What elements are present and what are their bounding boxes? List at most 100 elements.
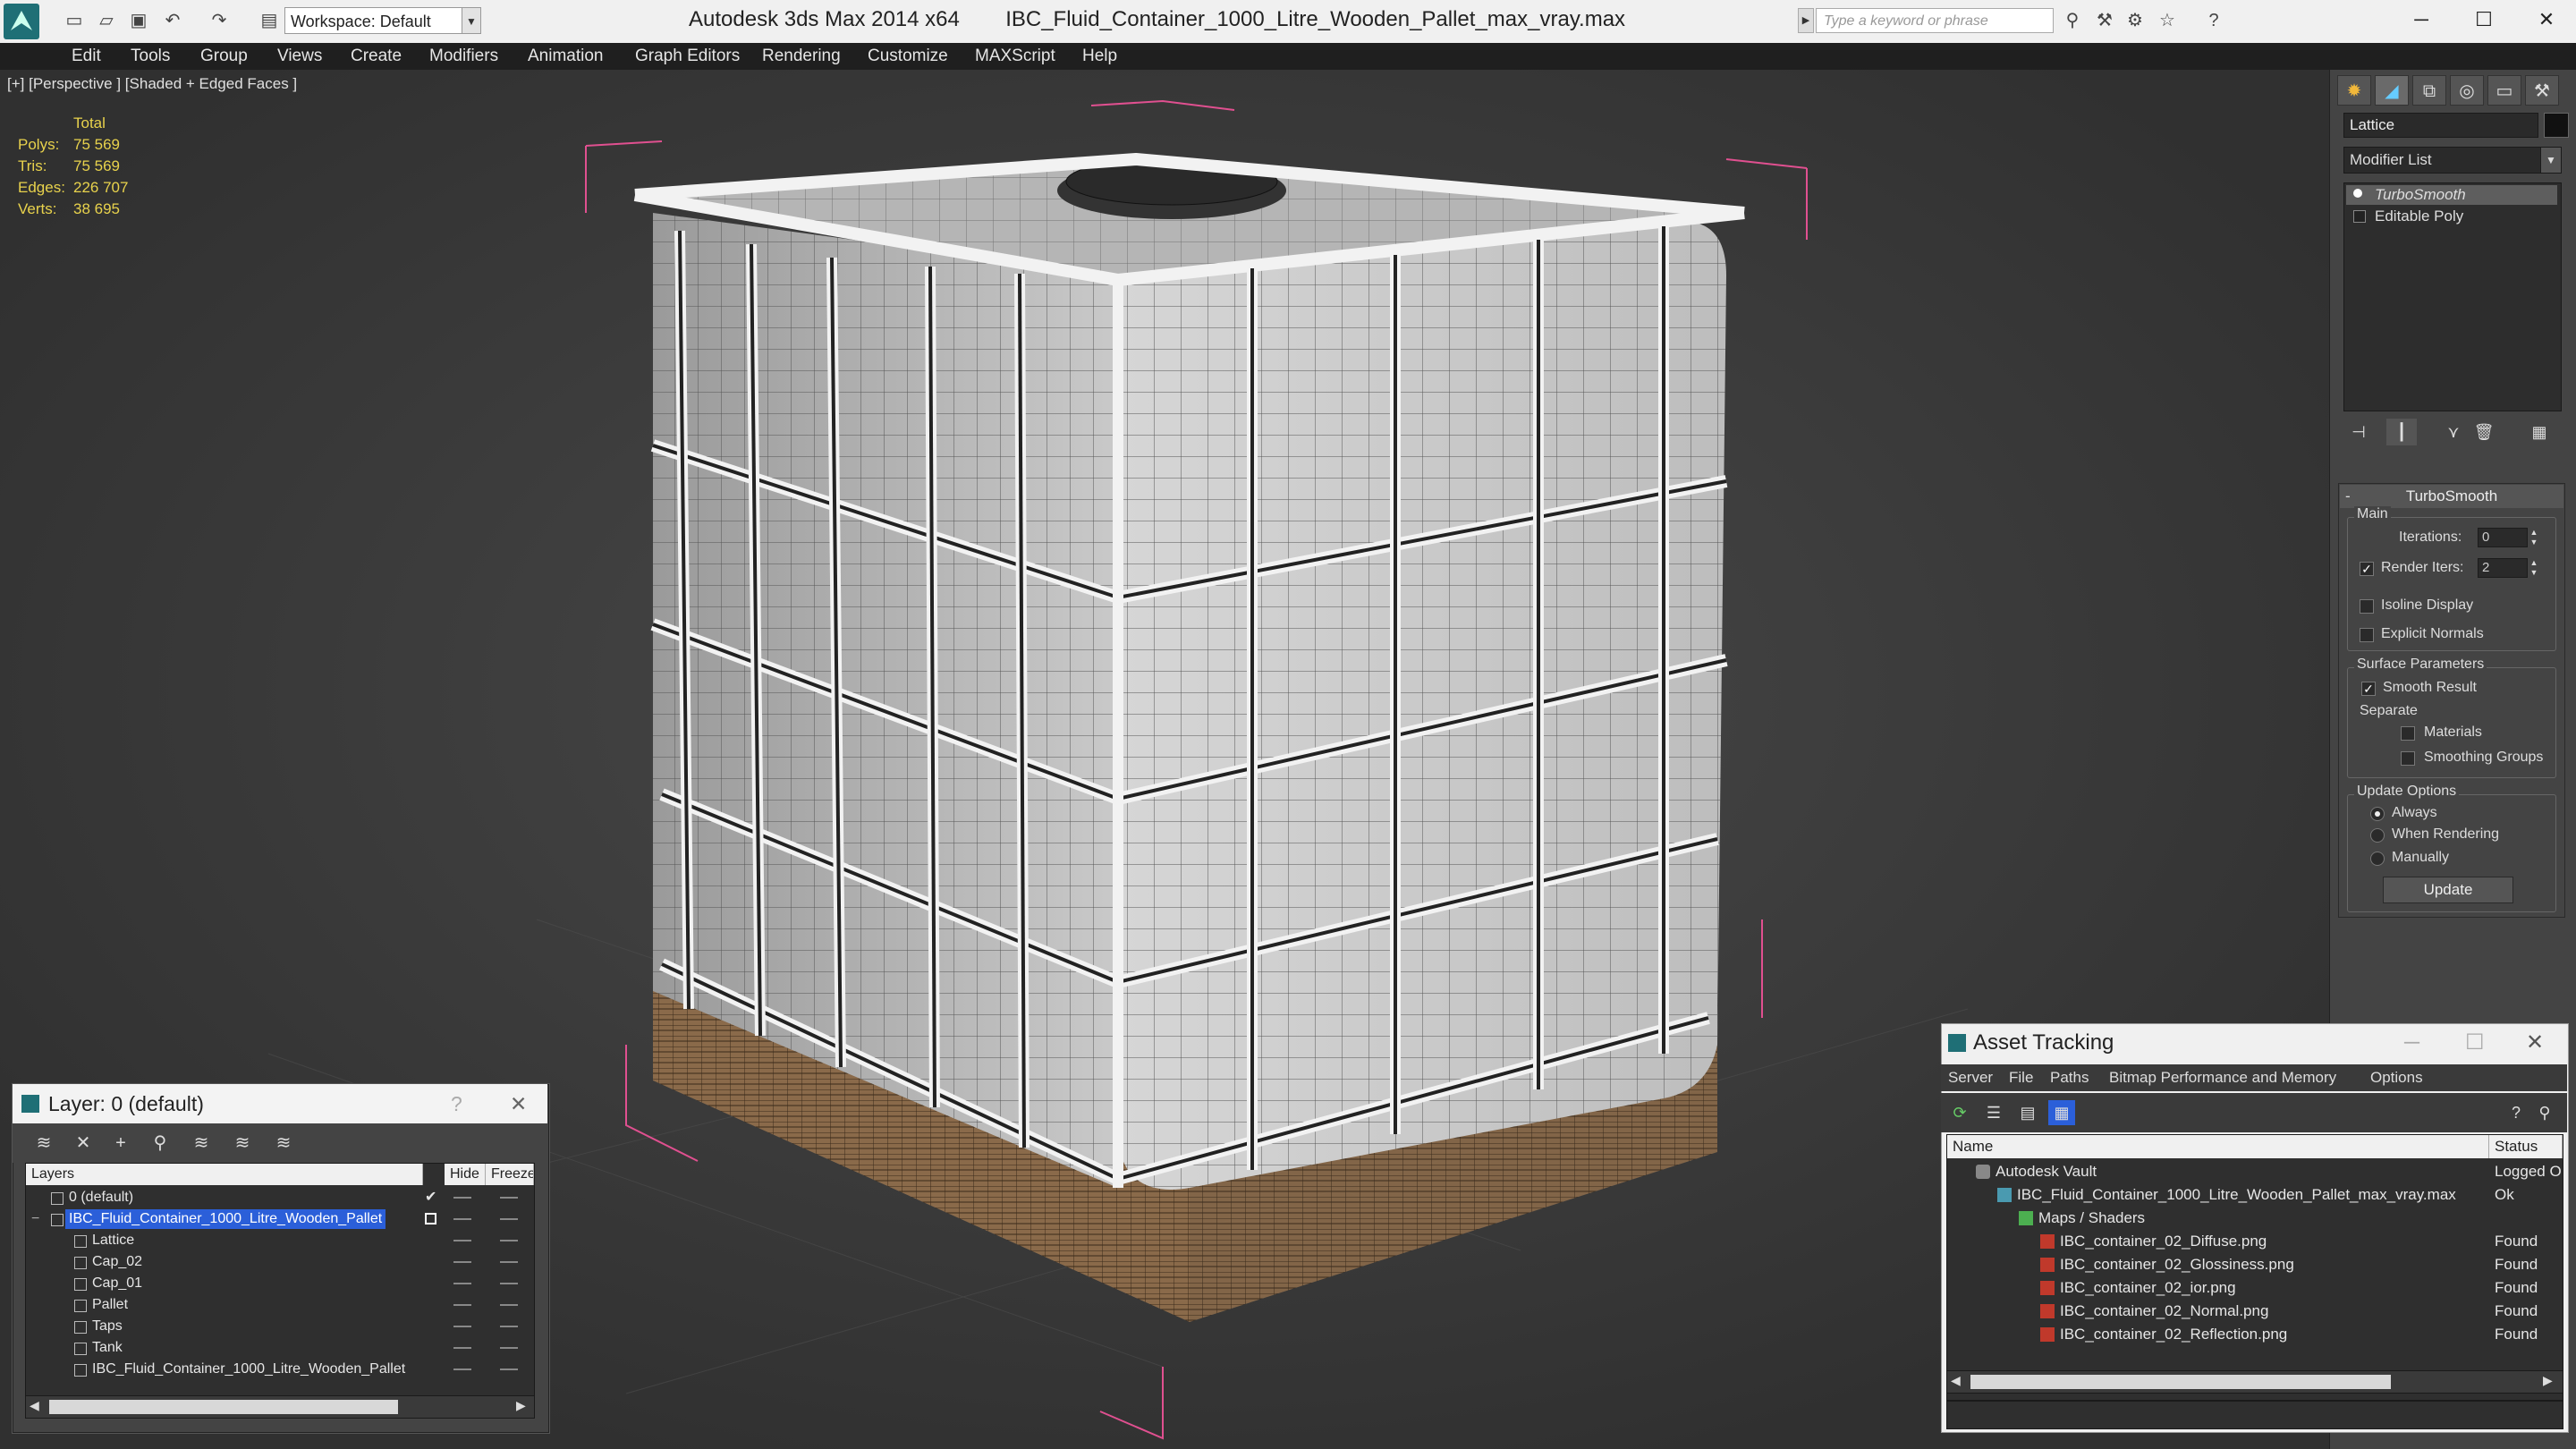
maximize-button[interactable]: ☐ (2453, 0, 2515, 39)
menu-rendering[interactable]: Rendering (762, 43, 841, 70)
freeze-toggle[interactable] (500, 1218, 518, 1220)
hide-toggle[interactable] (453, 1304, 471, 1306)
scroll-left-icon[interactable]: ◀ (30, 1398, 39, 1413)
render-iters-spinner[interactable]: 2 (2478, 558, 2528, 578)
menu-graph-editors[interactable]: Graph Editors (635, 43, 740, 70)
hide-all-layers-icon[interactable]: ≋ (229, 1131, 256, 1156)
show-end-result-icon[interactable]: ┃ (2386, 419, 2417, 445)
create-tab-sun-icon[interactable]: ✹ (2337, 75, 2371, 106)
save-icon[interactable]: ▣ (127, 9, 150, 32)
rollout-header[interactable]: TurboSmooth (2340, 485, 2563, 508)
add-to-layer-icon[interactable]: + (107, 1131, 134, 1156)
favorites-star-icon[interactable]: ☆ (2156, 9, 2179, 32)
column-layers[interactable]: Layers (26, 1164, 423, 1185)
asset-row[interactable]: IBC_container_02_Normal.png Found (1947, 1300, 2563, 1322)
viewport-label[interactable]: [+] [Perspective ] [Shaded + Edged Faces… (7, 75, 297, 93)
project-folder-icon[interactable]: ▤ (258, 9, 281, 32)
layer-create-icon[interactable]: ≋ (30, 1131, 57, 1156)
materials-checkbox[interactable] (2401, 726, 2415, 741)
close-button[interactable]: ✕ (2515, 0, 2576, 39)
asset-horizontal-scrollbar[interactable]: ◀ ▶ (1946, 1370, 2563, 1394)
layer-row[interactable]: Cap_02 (26, 1251, 534, 1273)
menu-create[interactable]: Create (351, 43, 402, 70)
scroll-thumb[interactable] (49, 1400, 398, 1414)
iterations-spinner[interactable]: 0 (2478, 528, 2528, 547)
freeze-toggle[interactable] (500, 1283, 518, 1284)
minimize-icon[interactable]: ─ (2404, 1023, 2419, 1063)
undo-icon[interactable]: ↶ (161, 9, 184, 32)
hierarchy-tab-icon[interactable]: ⧉ (2412, 75, 2446, 106)
help-icon[interactable]: ? (451, 1084, 462, 1123)
asset-row[interactable]: IBC_container_02_Glossiness.png Found (1947, 1253, 2563, 1275)
refresh-icon[interactable]: ⟳ (1946, 1100, 1973, 1125)
menu-options[interactable]: Options (2370, 1064, 2423, 1091)
smoothing-groups-checkbox[interactable] (2401, 751, 2415, 766)
menu-file[interactable]: File (2009, 1064, 2033, 1091)
menu-group[interactable]: Group (200, 43, 248, 70)
list-view-icon[interactable]: ☰ (1980, 1100, 2007, 1125)
menu-help[interactable]: Help (1082, 43, 1117, 70)
table-view-icon[interactable]: ▦ (2048, 1100, 2075, 1125)
search-input[interactable]: Type a keyword or phrase (1816, 8, 2054, 33)
asset-window-titlebar[interactable]: Asset Tracking ─ ☐ ✕ (1941, 1023, 2567, 1063)
chevron-down-icon[interactable]: ▼ (2540, 147, 2562, 174)
column-freeze[interactable]: Freeze (486, 1164, 534, 1185)
display-tab-icon[interactable]: ▭ (2487, 75, 2521, 106)
select-highlighted-icon[interactable]: ⚲ (147, 1131, 174, 1156)
menu-modifiers[interactable]: Modifiers (429, 43, 498, 70)
minimize-button[interactable]: ─ (2390, 0, 2453, 39)
hide-toggle[interactable] (453, 1326, 471, 1327)
make-unique-icon[interactable]: ⋎ (2438, 419, 2469, 445)
freeze-toggle[interactable] (500, 1304, 518, 1306)
freeze-toggle[interactable] (500, 1326, 518, 1327)
object-name-field[interactable]: Lattice (2343, 113, 2538, 138)
asset-row[interactable]: Maps / Shaders (1947, 1207, 2563, 1229)
scroll-right-icon[interactable]: ▶ (516, 1398, 526, 1413)
render-iters-checkbox[interactable]: ✓ (2360, 562, 2374, 576)
spinner-arrows-icon[interactable]: ▲ ▼ (2528, 528, 2540, 547)
layer-row[interactable]: Lattice (26, 1230, 534, 1251)
hide-toggle[interactable] (453, 1283, 471, 1284)
communication-center-icon[interactable]: ⚒ (2093, 9, 2116, 32)
always-radio[interactable] (2370, 807, 2385, 821)
freeze-toggle[interactable] (500, 1347, 518, 1349)
menu-animation[interactable]: Animation (528, 43, 604, 70)
scroll-thumb[interactable] (1970, 1375, 2391, 1389)
isoline-display-checkbox[interactable] (2360, 599, 2374, 614)
redo-icon[interactable]: ↷ (208, 9, 231, 32)
when-rendering-radio[interactable] (2370, 828, 2385, 843)
modifier-list-dropdown[interactable]: Modifier List (2343, 147, 2560, 174)
maximize-icon[interactable]: ☐ (2465, 1023, 2485, 1063)
hide-toggle[interactable] (453, 1261, 471, 1263)
menu-views[interactable]: Views (277, 43, 322, 70)
help-icon[interactable]: ? (2202, 9, 2225, 32)
freeze-toggle[interactable] (500, 1368, 518, 1370)
scroll-right-icon[interactable]: ▶ (2543, 1373, 2553, 1388)
menu-paths[interactable]: Paths (2050, 1064, 2089, 1091)
scroll-left-icon[interactable]: ◀ (1951, 1373, 1961, 1388)
layer-window-titlebar[interactable]: Layer: 0 (default) ? ✕ (13, 1084, 547, 1123)
hide-toggle[interactable] (453, 1240, 471, 1241)
spinner-arrows-icon[interactable]: ▲ ▼ (2528, 558, 2540, 578)
motion-tab-icon[interactable]: ◎ (2450, 75, 2484, 106)
menu-customize[interactable]: Customize (868, 43, 948, 70)
freeze-toggle[interactable] (500, 1197, 518, 1199)
manually-radio[interactable] (2370, 852, 2385, 866)
help-icon[interactable]: ? (2503, 1100, 2529, 1125)
asset-row[interactable]: IBC_Fluid_Container_1000_Litre_Wooden_Pa… (1947, 1183, 2563, 1206)
asset-row[interactable]: IBC_container_02_Diffuse.png Found (1947, 1230, 2563, 1252)
highlight-selected-icon[interactable]: ≋ (188, 1131, 215, 1156)
asset-row[interactable]: IBC_container_02_ior.png Found (1947, 1276, 2563, 1299)
configure-modifier-sets-icon[interactable]: ▦ (2524, 419, 2555, 445)
current-layer-check-icon[interactable]: ✔ (425, 1187, 436, 1208)
layer-row[interactable]: Taps (26, 1316, 534, 1337)
delete-layer-icon[interactable]: ✕ (70, 1131, 97, 1156)
hide-toggle[interactable] (453, 1218, 471, 1220)
explicit-normals-checkbox[interactable] (2360, 628, 2374, 642)
layer-horizontal-scrollbar[interactable]: ◀ ▶ (25, 1395, 535, 1419)
hide-toggle[interactable] (453, 1368, 471, 1370)
collapse-minus-icon[interactable]: − (31, 1208, 39, 1230)
search-arrow-icon[interactable]: ▶ (1798, 8, 1814, 33)
lightbulb-icon[interactable] (2353, 189, 2362, 198)
new-file-icon[interactable]: ▭ (63, 9, 86, 32)
